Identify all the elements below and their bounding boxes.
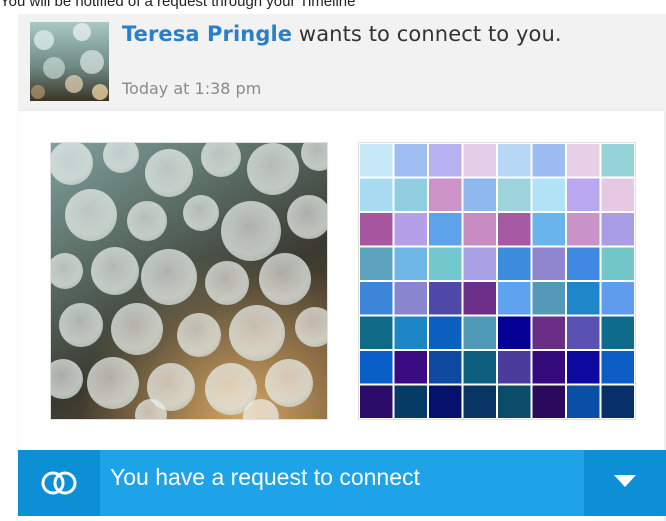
avatar[interactable] <box>30 22 109 101</box>
notification-message: wants to connect to you. <box>292 22 562 46</box>
color-mosaic <box>358 142 636 420</box>
requester-name-link[interactable]: Teresa Pringle <box>122 22 292 46</box>
page-caption: You will be notified of a request throug… <box>0 0 356 10</box>
request-bar-text: You have a request to connect <box>110 464 420 490</box>
caret-down-icon <box>614 474 636 493</box>
notification-timestamp: Today at 1:38 pm <box>122 79 262 98</box>
connect-request-bar[interactable]: You have a request to connect <box>18 450 666 516</box>
dropdown-button[interactable] <box>584 450 666 516</box>
connect-rings-icon <box>18 450 100 516</box>
notification-headline: Teresa Pringle wants to connect to you. <box>122 22 562 46</box>
bokeh-photo <box>50 142 328 420</box>
